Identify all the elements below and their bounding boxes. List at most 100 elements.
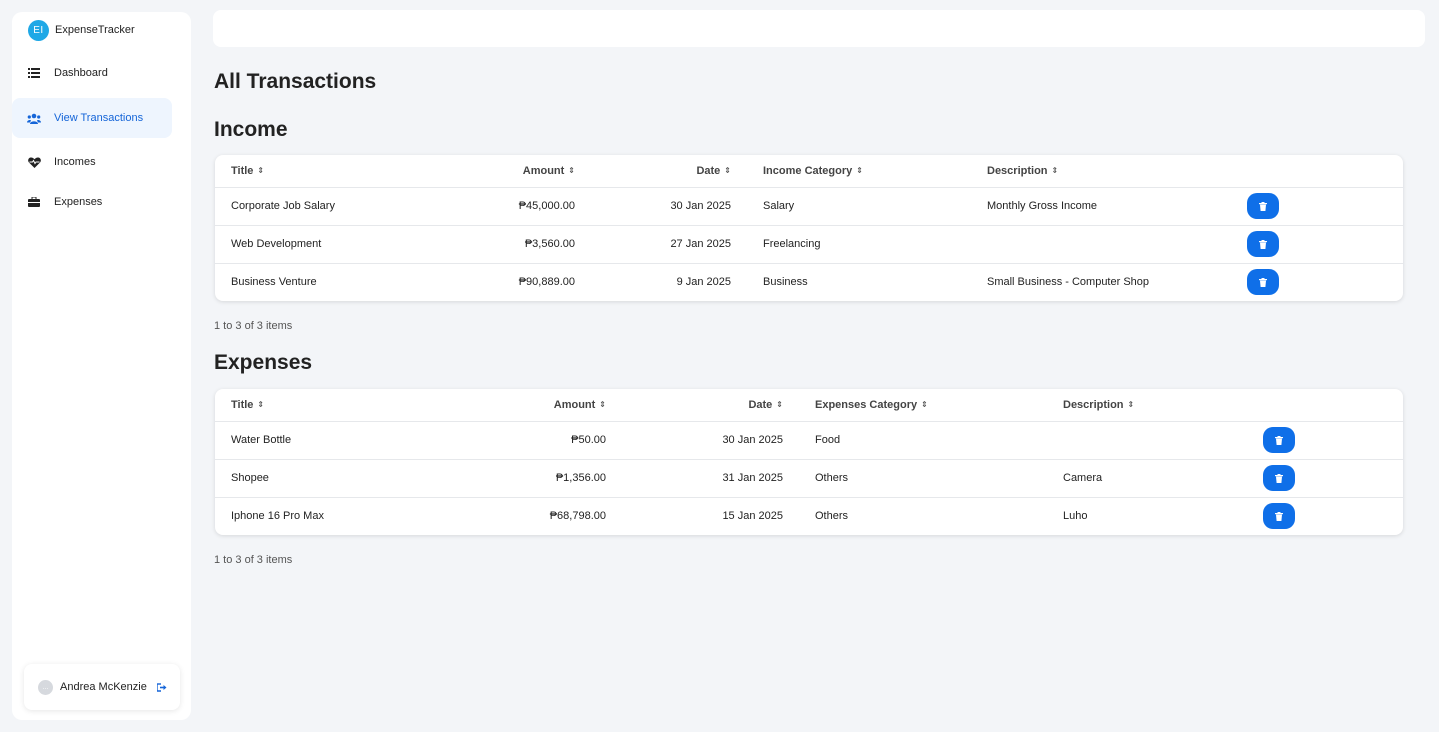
sort-icon: ⇕ [921,399,928,409]
sidebar-item-label: Expenses [54,196,103,208]
trash-icon [1259,201,1267,211]
sidebar-item-label: View Transactions [54,112,144,124]
sidebar: EI ExpenseTracker Dashboard View Transac… [12,12,191,720]
sort-icon: ⇕ [724,165,731,175]
trash-icon [1275,511,1283,521]
cell-description [955,225,1279,264]
table-row: Corporate Job Salary ₱45,000.00 30 Jan 2… [215,187,1403,226]
brand-logo: EI [28,19,49,41]
user-card[interactable]: ... Andrea McKenzie [24,664,180,710]
sort-icon: ⇕ [776,399,783,409]
trash-icon [1259,239,1267,249]
expenses-table: Title ⇕ Amount ⇕ Date ⇕ Expenses Category ⇕ … [215,389,1403,535]
column-header-date[interactable]: Date ⇕ [575,155,731,188]
trash-icon [1275,435,1283,445]
column-header-amount[interactable]: Amount ⇕ [415,155,575,188]
cell-description [1063,421,1263,460]
cell-description: Camera [1063,459,1263,498]
users-icon [26,110,42,126]
column-header-description[interactable]: Description ⇕ [955,155,1279,188]
logout-icon[interactable] [156,682,168,692]
column-header-actions [1263,389,1403,422]
cell-title: Shopee [215,459,415,498]
cell-date: 9 Jan 2025 [676,276,731,289]
cell-category: Others [783,459,1063,498]
expenses-pager: 1 to 3 of 3 items [214,554,293,566]
sidebar-item-view-transactions[interactable]: View Transactions [12,98,172,138]
cell-amount: ₱45,000.00 [415,187,575,226]
cell-title: Iphone 16 Pro Max [231,510,324,523]
table-row: Shopee ₱1,356.00 31 Jan 2025 Others Came… [215,459,1403,498]
delete-button[interactable] [1247,231,1279,257]
brand-name: ExpenseTracker [55,24,135,36]
cell-title: Corporate Job Salary [215,187,415,226]
cell-amount: ₱3,560.00 [415,225,575,264]
brand[interactable]: EI ExpenseTracker [28,19,135,41]
cell-actions [1247,225,1403,264]
sidebar-item-dashboard[interactable]: Dashboard [12,53,172,93]
sort-icon: ⇕ [257,399,265,409]
cell-title: Web Development [215,225,415,264]
delete-button[interactable] [1263,503,1295,530]
page-title: All Transactions [214,70,377,93]
heartbeat-icon [26,154,42,170]
sidebar-item-expenses[interactable]: Expenses [12,182,172,222]
cell-description: Luho [1063,510,1088,523]
cell-description: Small Business - Computer Shop [987,276,1150,289]
column-header-description[interactable]: Description ⇕ [1063,389,1263,422]
table-row: Iphone 16 Pro Max ₱68,798.00 15 Jan 2025… [215,497,1403,535]
cell-title: Business Venture [231,276,317,289]
delete-button[interactable] [1247,269,1279,296]
table-row: Business Venture ₱90,889.00 9 Jan 2025 B… [215,263,1403,301]
sort-icon: ⇕ [568,165,575,175]
cell-actions [1263,497,1403,535]
column-header-actions [1279,155,1403,188]
income-pager: 1 to 3 of 3 items [214,320,293,332]
sidebar-item-label: Dashboard [54,67,108,79]
table-row: Water Bottle ₱50.00 30 Jan 2025 Food [215,421,1403,460]
cell-category: Freelancing [731,225,955,264]
sidebar-item-label: Incomes [54,156,96,168]
cell-category: Business [763,276,808,289]
cell-date: 15 Jan 2025 [722,510,783,523]
column-header-title[interactable]: Title ⇕ [215,155,415,188]
cell-date: 31 Jan 2025 [606,459,783,498]
sort-icon: ⇕ [1127,399,1135,409]
sort-icon: ⇕ [856,165,863,175]
list-icon [26,65,42,81]
expenses-section-title: Expenses [214,351,313,374]
cell-actions [1263,459,1403,498]
income-section-title: Income [214,118,288,141]
cell-amount: ₱68,798.00 [549,510,606,523]
cell-actions [1247,187,1403,226]
cell-category: Food [783,421,1063,460]
cell-amount: ₱1,356.00 [415,459,606,498]
avatar: ... [38,679,53,695]
user-name: Andrea McKenzie [60,681,147,693]
column-header-date[interactable]: Date ⇕ [606,389,783,422]
cell-actions [1247,263,1403,301]
cell-description: Monthly Gross Income [955,187,1279,226]
delete-button[interactable] [1263,427,1295,453]
column-header-amount[interactable]: Amount ⇕ [415,389,606,422]
cell-amount: ₱50.00 [415,421,606,460]
cell-date: 30 Jan 2025 [606,421,783,460]
column-header-category[interactable]: Expenses Category ⇕ [783,389,1063,422]
cell-title: Water Bottle [215,421,415,460]
column-header-category[interactable]: Income Category ⇕ [731,155,955,188]
cell-category: Salary [731,187,955,226]
wallet-icon [26,194,42,210]
sidebar-item-incomes[interactable]: Incomes [12,142,172,182]
sort-icon: ⇕ [599,399,606,409]
delete-button[interactable] [1263,465,1295,491]
sort-icon: ⇕ [257,165,265,175]
column-header-title[interactable]: Title ⇕ [215,389,415,422]
trash-icon [1259,277,1267,287]
table-row: Web Development ₱3,560.00 27 Jan 2025 Fr… [215,225,1403,264]
sort-icon: ⇕ [1051,165,1059,175]
cell-date: 27 Jan 2025 [575,225,731,264]
delete-button[interactable] [1247,193,1279,219]
trash-icon [1275,473,1283,483]
top-bar [213,10,1425,47]
income-table: Title ⇕ Amount ⇕ Date ⇕ Income Category ⇕ De… [215,155,1403,301]
